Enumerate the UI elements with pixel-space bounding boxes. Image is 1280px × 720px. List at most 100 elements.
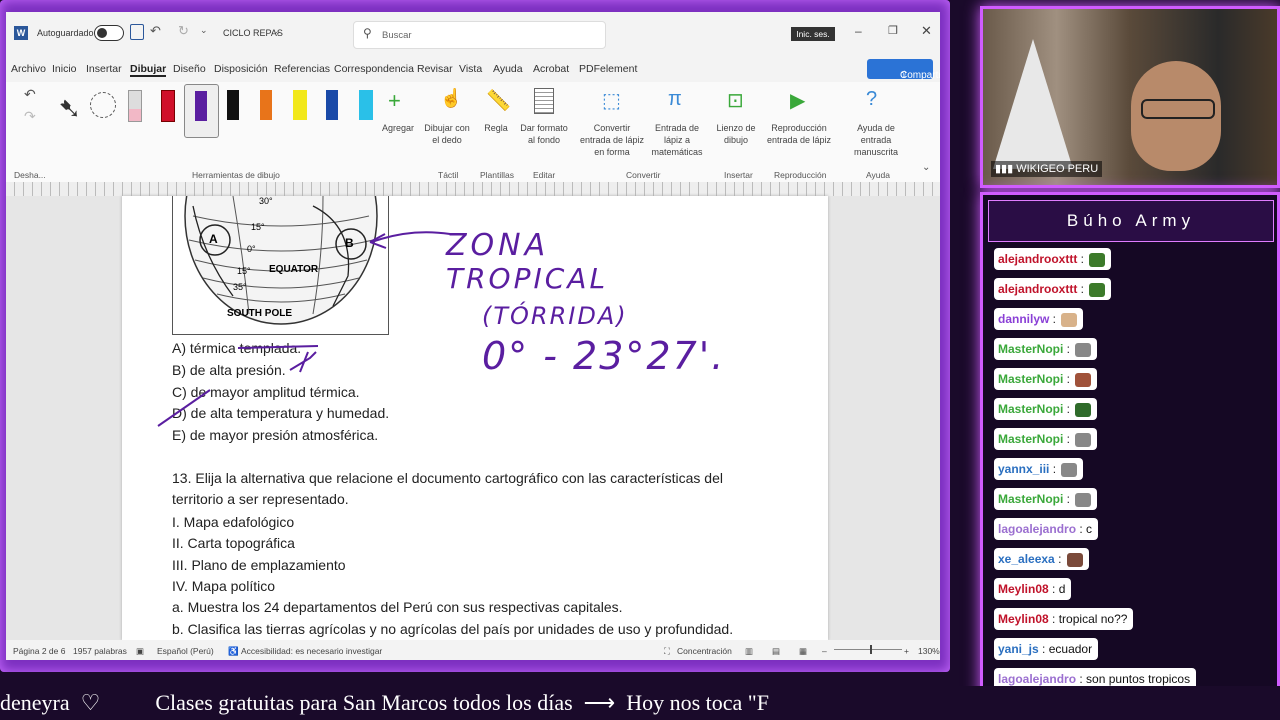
format-background-label[interactable]: Dar formato al fondo — [520, 122, 568, 146]
yellow-highlighter-icon[interactable] — [293, 90, 307, 120]
tab-revisar[interactable]: Revisar — [417, 63, 453, 75]
eraser-icon[interactable] — [128, 90, 142, 122]
search-placeholder: Buscar — [382, 30, 412, 41]
select-arrow-icon[interactable]: ➷ — [58, 92, 81, 125]
emote-icon — [1075, 402, 1092, 417]
ink-help-label[interactable]: Ayuda de entrada manuscrita — [842, 122, 910, 158]
chat-separator: : — [1063, 432, 1074, 446]
chat-username[interactable]: xe_aleexa — [998, 552, 1055, 566]
sign-in-button[interactable]: Inic. ses. — [791, 27, 835, 41]
tab-pdfelement[interactable]: PDFelement — [579, 63, 637, 75]
zoom-in-icon[interactable]: + — [904, 646, 909, 656]
chat-username[interactable]: MasterNopi — [998, 492, 1063, 506]
tab-archivo[interactable]: Archivo — [11, 63, 46, 75]
autosave-toggle[interactable] — [94, 25, 124, 41]
print-layout-icon[interactable]: ▤ — [772, 646, 780, 657]
ink-replay-label[interactable]: Reproducción entrada de lápiz — [766, 122, 832, 146]
minimize-icon[interactable]: – — [855, 24, 862, 38]
focus-mode[interactable]: Concentración — [677, 646, 732, 656]
save-icon[interactable] — [130, 24, 144, 40]
add-pen-icon[interactable]: + — [388, 88, 401, 114]
chat-username[interactable]: MasterNopi — [998, 432, 1063, 446]
horizontal-ruler[interactable] — [6, 182, 940, 197]
collapse-ribbon-icon[interactable]: ⌄ — [922, 162, 930, 173]
red-pen-icon[interactable] — [161, 90, 175, 122]
restore-icon[interactable]: ❐ — [888, 24, 898, 37]
purple-pen-icon[interactable] — [184, 84, 219, 138]
ruler-label[interactable]: Regla — [478, 122, 514, 134]
language[interactable]: Español (Perú) — [157, 646, 214, 656]
chat-username[interactable]: lagoalejandro — [998, 522, 1076, 536]
orange-pen-icon[interactable] — [260, 90, 272, 120]
tab-disposicion[interactable]: Disposición — [214, 63, 268, 75]
search-box[interactable]: ⚲ Buscar — [353, 21, 606, 49]
group-insertar: Insertar — [724, 170, 753, 180]
draw-finger-icon[interactable]: ☝ — [440, 88, 462, 109]
chat-message: alejandrooxttt : — [994, 278, 1112, 300]
zoom-out-icon[interactable]: – — [822, 646, 827, 656]
customize-toolbar-icon[interactable]: ⌄ — [200, 25, 208, 36]
chat-username[interactable]: Meylin08 — [998, 582, 1049, 596]
item-iv: IV. Mapa político — [172, 578, 275, 594]
chat-username[interactable]: MasterNopi — [998, 342, 1063, 356]
ink-to-shape-icon[interactable]: ⬚ — [602, 88, 621, 113]
chat-message: yannx_iii : — [994, 458, 1084, 480]
chat-separator: : — [1038, 642, 1049, 656]
tab-ayuda[interactable]: Ayuda — [493, 63, 523, 75]
tab-dibujar[interactable]: Dibujar — [130, 63, 167, 77]
chat-separator: : — [1054, 552, 1065, 566]
proofing-icon[interactable]: ▣ — [136, 646, 144, 657]
blue-pen-icon[interactable] — [326, 90, 338, 120]
chat-username[interactable]: MasterNopi — [998, 402, 1063, 416]
cyan-highlighter-icon[interactable] — [359, 90, 373, 120]
draw-finger-label[interactable]: Dibujar con el dedo — [424, 122, 470, 146]
tab-inicio[interactable]: Inicio — [52, 63, 77, 75]
chat-username[interactable]: alejandrooxttt — [998, 282, 1077, 296]
ink-replay-icon[interactable]: ▶ — [790, 88, 805, 113]
chat-username[interactable]: dannilyw — [998, 312, 1049, 326]
chat-username[interactable]: alejandrooxttt — [998, 252, 1077, 266]
chevron-down-icon: ⌄ — [274, 26, 282, 36]
chat-text: d — [1058, 582, 1066, 596]
chat-username[interactable]: Meylin08 — [998, 612, 1049, 626]
ribbon-redo-icon[interactable]: ↷ — [24, 108, 36, 125]
close-icon[interactable]: ✕ — [921, 23, 932, 39]
read-mode-icon[interactable]: ▥ — [745, 646, 753, 657]
zoom-slider[interactable] — [834, 645, 902, 654]
drawing-canvas-label[interactable]: Lienzo de dibujo — [716, 122, 756, 146]
add-pen-label[interactable]: Agregar — [380, 122, 416, 134]
tab-acrobat[interactable]: Acrobat — [533, 63, 569, 75]
chat-text: tropical no?? — [1058, 612, 1128, 626]
undo-icon[interactable]: ↶ — [150, 23, 161, 39]
ink-to-shape-label[interactable]: Convertir entrada de lápiz en forma — [578, 122, 646, 158]
chat-separator: : — [1063, 402, 1074, 416]
ruler-icon[interactable]: 📏 — [486, 88, 511, 113]
tab-diseno[interactable]: Diseño — [173, 63, 206, 75]
tab-insertar[interactable]: Insertar — [86, 63, 122, 75]
accessibility-status[interactable]: Accesibilidad: es necesario investigar — [241, 646, 382, 656]
web-layout-icon[interactable]: ▦ — [799, 646, 807, 657]
black-pen-icon[interactable] — [227, 90, 239, 120]
format-background-icon[interactable] — [534, 88, 554, 114]
chat-username[interactable]: yani_js — [998, 642, 1039, 656]
tab-correspondencia[interactable]: Correspondencia — [334, 63, 414, 75]
ink-to-math-icon[interactable]: π — [668, 88, 682, 111]
chat-username[interactable]: yannx_iii — [998, 462, 1049, 476]
ink-to-math-label[interactable]: Entrada de lápiz a matemáticas — [646, 122, 708, 158]
ribbon-undo-icon[interactable]: ↶ — [24, 86, 36, 103]
lasso-select-icon[interactable] — [90, 92, 116, 118]
tab-vista[interactable]: Vista — [459, 63, 482, 75]
chat-username[interactable]: MasterNopi — [998, 372, 1063, 386]
chat-username[interactable]: lagoalejandro — [998, 672, 1076, 686]
word-count[interactable]: 1957 palabras — [73, 646, 127, 656]
tab-referencias[interactable]: Referencias — [274, 63, 330, 75]
page-count[interactable]: Página 2 de 6 — [13, 646, 65, 656]
ink-help-icon[interactable]: ? — [866, 88, 877, 111]
word-logo-icon: W — [14, 26, 28, 40]
drawing-canvas-icon[interactable]: ⊡ — [727, 88, 744, 113]
chat-separator: : — [1063, 372, 1074, 386]
share-button[interactable]: ⇪ Compartir — [867, 59, 940, 81]
zoom-level[interactable]: 130% — [918, 646, 940, 656]
chat-text: c — [1086, 522, 1093, 536]
redo-icon[interactable]: ↻ — [178, 23, 189, 39]
